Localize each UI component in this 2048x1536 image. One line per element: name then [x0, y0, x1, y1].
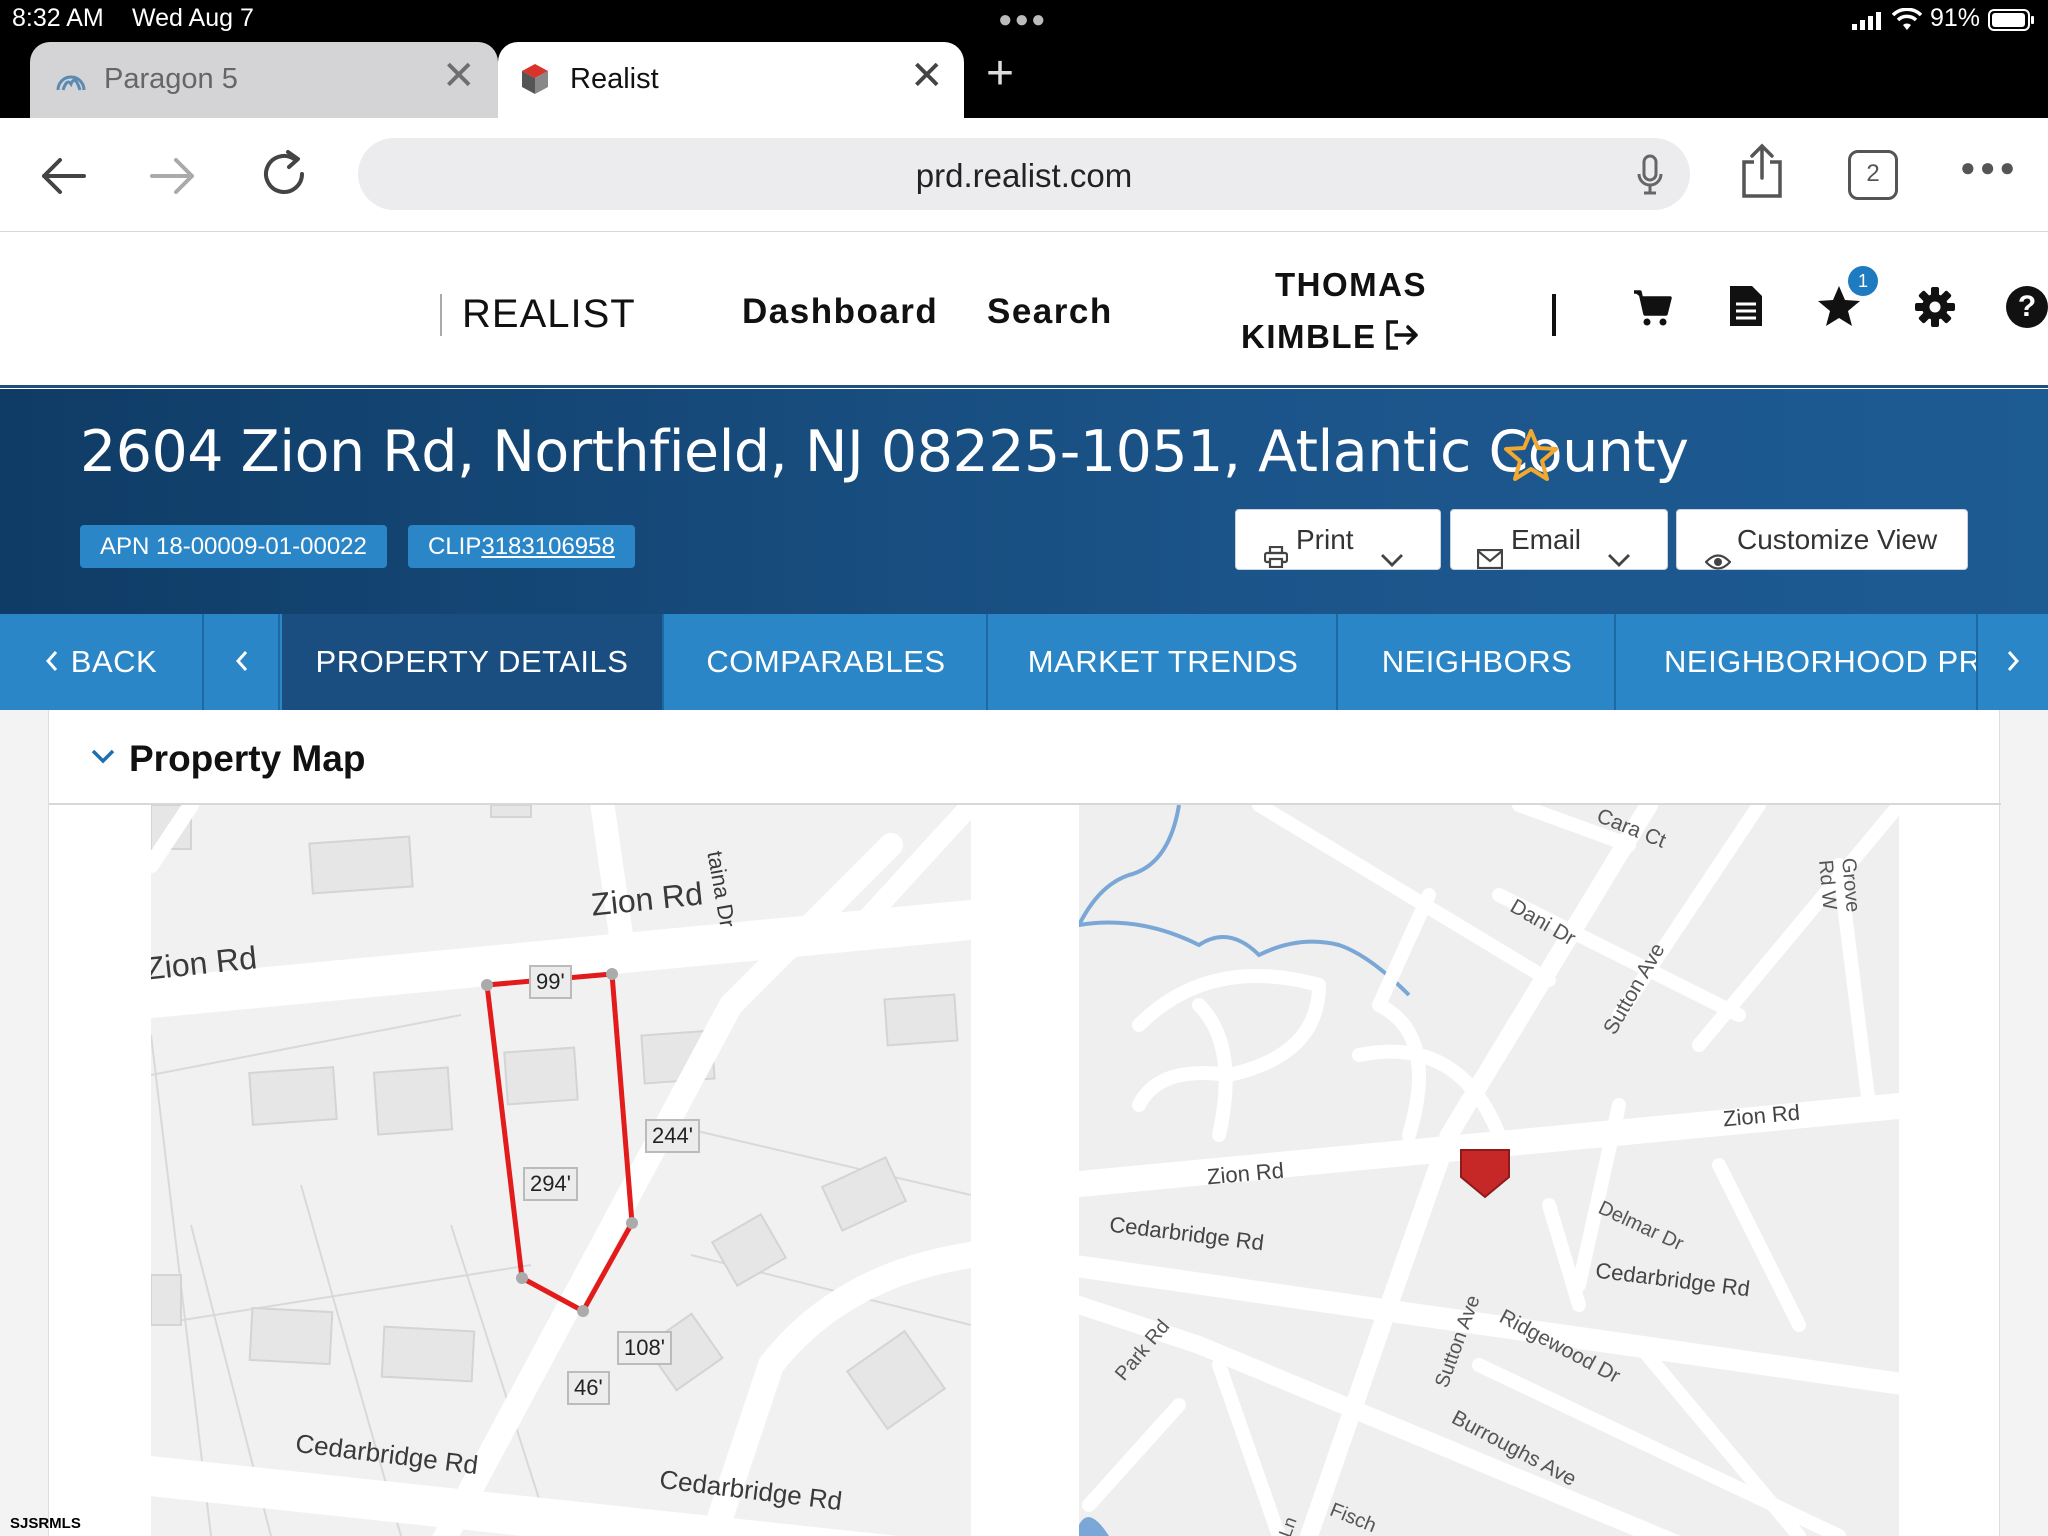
apn-badge: APN 18-00009-01-00022 [80, 525, 387, 568]
tab-label: Realist [570, 63, 659, 95]
customize-view-button[interactable]: Customize View [1676, 509, 1968, 570]
multitask-dots-icon[interactable]: ●●● [998, 6, 1048, 34]
eye-icon [1704, 532, 1732, 591]
cart-icon[interactable] [1632, 288, 1672, 333]
tab-property-details[interactable]: PROPERTY DETAILS [282, 614, 664, 710]
street-label: Grove Rd W [1814, 857, 1864, 914]
close-tab-icon[interactable]: ✕ [910, 56, 944, 96]
battery-percent: 91% [1930, 4, 1981, 32]
browser-tab-strip: Paragon 5 ✕ Realist ✕ + [0, 40, 2048, 118]
back-label: BACK [70, 644, 158, 679]
paragon-favicon-icon [54, 64, 88, 101]
printer-icon [1263, 529, 1289, 588]
tabs-scroll-right-button[interactable] [1976, 614, 2048, 710]
tab-neighbors[interactable]: NEIGHBORS [1340, 614, 1616, 710]
parcel-map[interactable]: Zion Rd Zion Rd Cedarbridge Rd Cedarbrid… [151, 805, 971, 1536]
chevron-left-icon [235, 644, 249, 679]
property-address: 2604 Zion Rd, Northfield, NJ 08225-1051,… [80, 419, 1689, 485]
dimension-label: 46' [567, 1371, 610, 1405]
battery-icon [1988, 9, 2036, 36]
document-icon[interactable] [1728, 284, 1764, 333]
user-last-name[interactable]: KIMBLE [1241, 318, 1377, 356]
logout-icon[interactable] [1384, 318, 1420, 357]
email-label: Email [1511, 524, 1582, 555]
microphone-icon[interactable] [1636, 154, 1664, 201]
browser-toolbar: prd.realist.com 2 ●●● [0, 118, 2048, 232]
browser-tab-realist[interactable]: Realist ✕ [498, 42, 964, 118]
favorite-star-outline-icon[interactable] [1502, 427, 1560, 488]
email-button[interactable]: Email [1450, 509, 1668, 570]
dimension-label: 108' [617, 1331, 672, 1365]
tab-switcher-button[interactable]: 2 [1848, 150, 1898, 200]
tab-comparables[interactable]: COMPARABLES [666, 614, 988, 710]
app-header: REALIST Dashboard Search THOMAS KIMBLE 1… [0, 232, 2048, 388]
favorites-count-badge: 1 [1848, 266, 1878, 296]
chevron-down-icon [1607, 529, 1631, 588]
signal-icon [1852, 12, 1884, 35]
dimension-label: 294' [523, 1167, 578, 1201]
header-separator [1552, 294, 1556, 336]
share-icon[interactable] [1738, 142, 1786, 205]
chevron-down-icon [1380, 529, 1404, 588]
property-map-panel: Property Map Zion Rd Zion Rd Cedarbridge… [48, 710, 2001, 1536]
chevron-left-icon [45, 614, 59, 710]
nav-dashboard[interactable]: Dashboard [742, 292, 938, 332]
tab-label: Paragon 5 [104, 63, 238, 95]
back-arrow-icon[interactable] [38, 154, 88, 203]
panel-title: Property Map [129, 738, 366, 779]
dimension-label: 99' [529, 965, 572, 999]
close-tab-icon[interactable]: ✕ [442, 56, 476, 96]
property-banner: 2604 Zion Rd, Northfield, NJ 08225-1051,… [0, 389, 2048, 614]
clip-badge[interactable]: CLIP3183106958 [408, 525, 635, 568]
print-button[interactable]: Print [1235, 509, 1441, 570]
tab-market-trends[interactable]: MARKET TRENDS [990, 614, 1338, 710]
header-divider [440, 294, 442, 336]
area-map[interactable]: Cara Ct Dani Dr Grove Rd W Sutton Ave Zi… [1079, 805, 1899, 1536]
envelope-icon [1476, 530, 1504, 589]
section-tab-bar: BACK PROPERTY DETAILS COMPARABLES MARKET… [0, 614, 2048, 710]
more-options-icon[interactable]: ●●● [1960, 152, 2019, 183]
new-tab-icon[interactable]: + [986, 50, 1014, 98]
customize-view-label: Customize View [1737, 524, 1938, 555]
status-date: Wed Aug 7 [132, 4, 254, 32]
clip-prefix: CLIP [428, 533, 482, 560]
collapse-chevron-icon[interactable] [91, 748, 115, 769]
help-icon[interactable]: ? [2006, 286, 2048, 328]
clip-number-link[interactable]: 3183106958 [481, 533, 614, 560]
panel-header[interactable]: Property Map [49, 710, 2001, 805]
url-bar[interactable]: prd.realist.com [358, 138, 1690, 210]
tabs-scroll-left-button[interactable] [206, 614, 280, 710]
status-bar: 8:32 AM Wed Aug 7 ●●● 91% [0, 0, 2048, 40]
dimension-label: 244' [645, 1119, 700, 1153]
content-area: Property Map Zion Rd Zion Rd Cedarbridge… [0, 710, 2048, 1536]
tab-neighborhood-profile[interactable]: NEIGHBORHOOD PR [1618, 614, 1978, 710]
forward-arrow-icon[interactable] [148, 154, 198, 203]
browser-tab-paragon[interactable]: Paragon 5 ✕ [30, 42, 498, 118]
status-time: 8:32 AM [12, 4, 104, 32]
chevron-right-icon [2006, 644, 2020, 679]
back-button[interactable]: BACK [0, 614, 204, 710]
reload-icon[interactable] [258, 148, 310, 205]
brand-logo[interactable]: REALIST [462, 292, 636, 337]
nav-search[interactable]: Search [987, 292, 1113, 332]
mls-watermark: SJSRMLS [10, 1515, 81, 1532]
settings-gear-icon[interactable] [1914, 286, 1956, 333]
print-label: Print [1296, 524, 1354, 555]
wifi-icon [1891, 7, 1923, 37]
url-text: prd.realist.com [915, 157, 1133, 194]
realist-favicon-icon [520, 62, 550, 101]
user-first-name[interactable]: THOMAS [1275, 266, 1427, 304]
